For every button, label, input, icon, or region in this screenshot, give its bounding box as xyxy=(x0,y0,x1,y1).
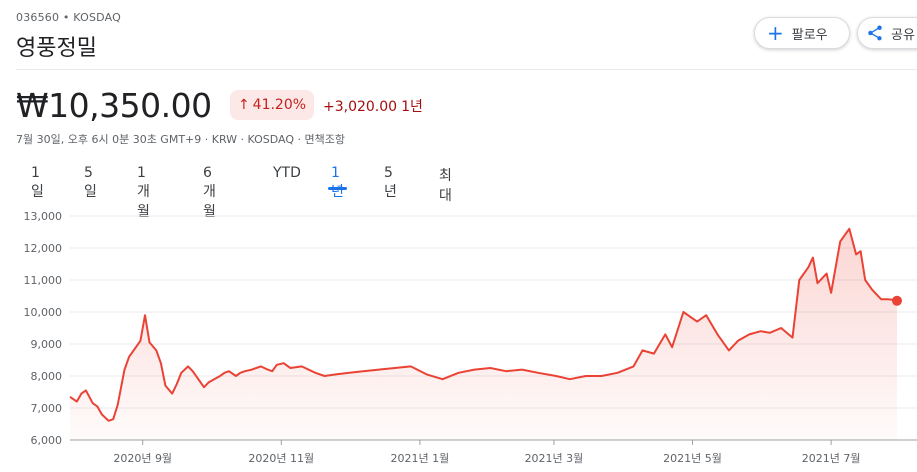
share-button[interactable]: 공유 xyxy=(857,17,917,49)
change-percent: 41.20% xyxy=(252,97,307,113)
y-tick-label: 12,000 xyxy=(24,242,63,255)
x-tick-label: 2021년 1월 xyxy=(391,452,450,465)
tab-5d[interactable]: 5일 xyxy=(84,165,97,201)
company-name: 영풍정밀 xyxy=(16,36,97,61)
quote-meta: 7월 30일, 오후 6시 0분 30초 GMT+9 · KRW · KOSDA… xyxy=(16,133,346,146)
tab-1y[interactable]: 1년 xyxy=(328,165,347,201)
tab-max[interactable]: 최대 xyxy=(439,165,452,205)
y-tick-label: 7,000 xyxy=(31,402,63,415)
share-icon xyxy=(868,25,882,41)
y-tick-label: 11,000 xyxy=(24,274,63,287)
y-tick-label: 9,000 xyxy=(31,338,63,351)
price-area xyxy=(70,228,897,440)
change-period: 1년 xyxy=(401,99,423,115)
x-tick-label: 2020년 11월 xyxy=(248,452,314,465)
share-label: 공유 xyxy=(891,27,915,43)
follow-button[interactable]: + 팔로우 xyxy=(754,17,850,49)
follow-label: 팔로우 xyxy=(791,27,828,43)
last-price-dot xyxy=(892,295,902,306)
y-tick-label: 13,000 xyxy=(24,210,63,223)
tab-ytd[interactable]: YTD xyxy=(273,165,301,181)
ticker-symbol: 036560 • KOSDAQ xyxy=(16,11,121,24)
change-percent-badge: ↑ 41.20% xyxy=(230,90,314,120)
y-tick-label: 6,000 xyxy=(31,434,63,447)
y-tick-label: 10,000 xyxy=(24,306,63,319)
current-price: ₩10,350.00 xyxy=(16,86,212,125)
header-divider xyxy=(16,69,917,70)
arrow-up-icon: ↑ xyxy=(237,97,250,113)
tab-5y[interactable]: 5년 xyxy=(384,165,397,201)
x-tick-label: 2021년 5월 xyxy=(663,452,722,465)
plus-icon: + xyxy=(767,21,784,45)
change-absolute: +3,020.00 1년 xyxy=(323,96,423,116)
x-tick-label: 2021년 3월 xyxy=(525,452,584,465)
tab-1d[interactable]: 1일 xyxy=(31,165,44,201)
x-tick-label: 2021년 7월 xyxy=(802,452,861,465)
y-tick-label: 8,000 xyxy=(31,370,63,383)
price-chart: 6,000 7,000 8,000 9,000 10,000 11,000 12,000 13… xyxy=(24,210,917,465)
x-tick-label: 2020년 9월 xyxy=(113,452,172,465)
change-value: +3,020.00 xyxy=(323,99,398,115)
